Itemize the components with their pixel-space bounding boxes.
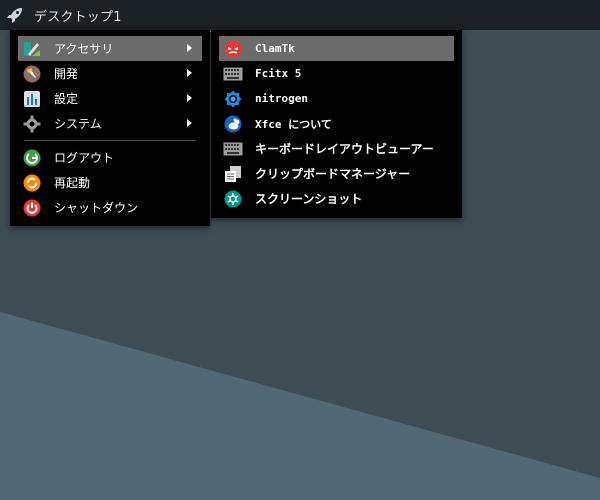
submenu-item-clipboard-manager[interactable]: クリップボードマネージャー [219, 161, 454, 186]
menu-item-label: シャットダウン [54, 201, 139, 215]
menu-item-system[interactable]: システム [18, 111, 202, 136]
submenu-item-fcitx[interactable]: Fcitx 5 [219, 61, 454, 86]
submenu-item-screenshot[interactable]: スクリーンショット [219, 186, 454, 211]
settings-icon [22, 89, 42, 109]
submenu-item-label: キーボードレイアウトビューアー [255, 142, 434, 156]
menu-item-shutdown[interactable]: シャットダウン [18, 195, 202, 220]
menu-item-label: 開発 [54, 67, 79, 81]
submenu-item-about-xfce[interactable]: Xfce について [219, 111, 454, 136]
xfce-mouse-icon [223, 114, 243, 134]
submenu-item-label: Xfce について [255, 117, 332, 131]
logout-icon [22, 148, 42, 168]
menu-item-restart[interactable]: 再起動 [18, 170, 202, 195]
menu-item-settings[interactable]: 設定 [18, 86, 202, 111]
menu-item-label: 再起動 [54, 176, 91, 190]
submenu-item-label: ClamTk [255, 42, 295, 55]
clamtk-icon [223, 39, 243, 59]
submenu-item-label: クリップボードマネージャー [255, 167, 411, 181]
menu-item-logout[interactable]: ログアウト [18, 145, 202, 170]
menu-item-label: 設定 [54, 92, 79, 106]
submenu-item-clamtk[interactable]: ClamTk [219, 36, 454, 61]
system-gear-icon [22, 114, 42, 134]
submenu-item-label: スクリーンショット [255, 192, 363, 206]
submenu-item-label: Fcitx 5 [255, 67, 302, 80]
rocket-icon[interactable] [0, 0, 30, 30]
application-menu: アクセサリ 開発 設定 システム ログアウト 再起動 シャットダウン [10, 30, 210, 226]
screenshot-icon [223, 189, 243, 209]
submenu-item-nitrogen[interactable]: nitrogen [219, 86, 454, 111]
submenu-item-label: nitrogen [255, 92, 308, 105]
accessories-submenu: ClamTk Fcitx 5 nitrogen Xfce について キーボードレ… [211, 30, 462, 218]
restart-icon [22, 173, 42, 193]
nitrogen-icon [223, 89, 243, 109]
menu-separator [24, 140, 196, 141]
accessories-icon [22, 39, 42, 59]
submenu-arrow-icon [187, 44, 192, 52]
development-icon [22, 64, 42, 84]
top-panel: デスクトップ1 [0, 0, 600, 30]
menu-item-label: システム [54, 117, 102, 131]
clipboard-icon [223, 164, 243, 184]
workspace-title[interactable]: デスクトップ1 [34, 6, 122, 25]
menu-item-development[interactable]: 開発 [18, 61, 202, 86]
submenu-arrow-icon [187, 94, 192, 102]
keyboard-layout-icon [223, 139, 243, 159]
menu-item-label: ログアウト [54, 151, 115, 165]
menu-item-label: アクセサリ [54, 42, 114, 56]
submenu-item-keyboard-layout-viewer[interactable]: キーボードレイアウトビューアー [219, 136, 454, 161]
keyboard-icon [223, 64, 243, 84]
submenu-arrow-icon [187, 69, 192, 77]
shutdown-icon [22, 198, 42, 218]
submenu-arrow-icon [187, 119, 192, 127]
menu-item-accessories[interactable]: アクセサリ [18, 36, 202, 61]
